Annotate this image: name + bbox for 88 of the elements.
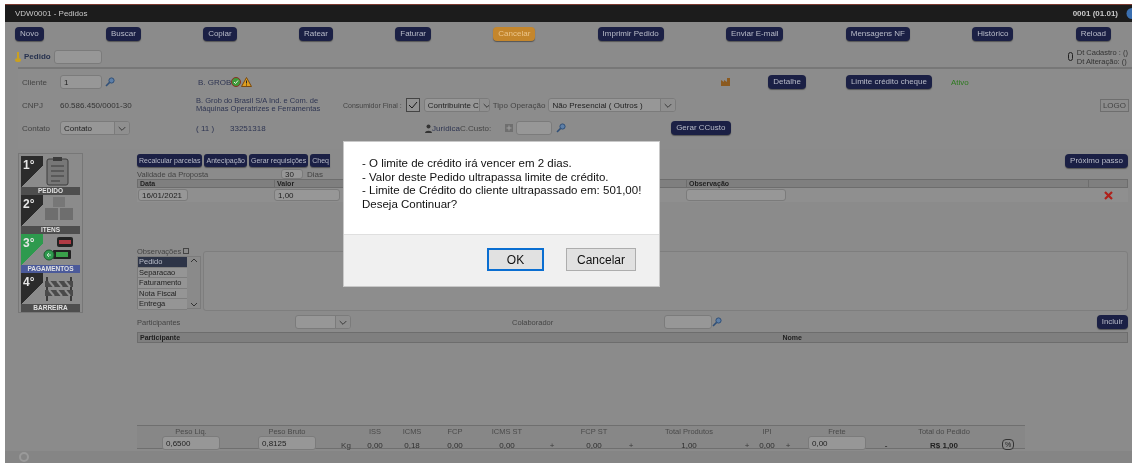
cancel-button[interactable]: Cancelar (566, 248, 636, 271)
toolbar-button[interactable]: Enviar E-mail (725, 27, 784, 41)
phone-area: ( 11 ) (196, 123, 230, 133)
toolbar-button[interactable]: Ratear (298, 27, 333, 41)
ok-button[interactable]: OK (487, 248, 544, 271)
toolbar-button[interactable]: Mensagens NF (845, 27, 910, 41)
phone-number: 33251318 (230, 123, 267, 133)
caret-icon (478, 99, 489, 111)
delete-icon[interactable] (1103, 190, 1113, 200)
total-value: 0,00 (367, 441, 383, 450)
total-input[interactable]: 0,00 (808, 436, 866, 450)
taxpayer-select[interactable]: Contribuinte C (423, 98, 490, 112)
amount-input[interactable]: 1,00 (274, 189, 340, 201)
scroll-up-icon[interactable] (189, 257, 198, 263)
pin-icon (15, 51, 21, 62)
field-label: Pedido (24, 52, 51, 61)
total-value: 0,00 (586, 441, 602, 450)
logo-field: LOGO (1099, 98, 1129, 112)
include-button[interactable]: Incluir (1096, 315, 1128, 329)
toolbar-button[interactable]: Copiar (203, 27, 237, 41)
total-value: 1,00 (681, 441, 697, 450)
participant-select[interactable] (295, 315, 351, 329)
help-icon[interactable] (1126, 8, 1132, 19)
toolbar-button[interactable]: Imprimir Pedido (597, 27, 664, 41)
client-input[interactable]: 1 (60, 75, 102, 89)
step-number[interactable]: 1° (21, 156, 43, 187)
step-number[interactable]: 4° (21, 273, 43, 304)
field-label: Contato (22, 123, 52, 133)
toolbar-button[interactable]: Novo (15, 27, 44, 41)
caret-icon (660, 99, 676, 111)
toolbar-button[interactable]: Histórico (972, 27, 1014, 41)
operator-sign: + (628, 441, 634, 450)
total-value: 0,00 (499, 441, 515, 450)
dialog-message: Deseja Continuar? (362, 197, 459, 211)
cnpj-value: 60.586.450/0001-30 (60, 100, 133, 110)
version-label: 0001 (01.01) (1072, 9, 1118, 18)
credit-limit-button[interactable]: Limite crédito cheque (845, 75, 932, 89)
toolbar-button[interactable]: Buscar (105, 27, 141, 41)
detail-button[interactable]: Detalhe (768, 75, 806, 89)
operator-sign: + (549, 441, 555, 450)
checkmark-icon (407, 101, 418, 109)
person-icon (425, 123, 432, 133)
order-total: R$ 1,00 (930, 441, 958, 450)
total-value: 0,00 (447, 441, 463, 450)
plus-icon[interactable] (505, 124, 514, 132)
next-step-button[interactable]: Próximo passo (1065, 153, 1128, 168)
order-input[interactable] (53, 49, 102, 64)
contact-select[interactable]: Contato (60, 121, 130, 135)
step-number[interactable]: 2° (21, 195, 43, 226)
scroll-down-icon[interactable] (189, 302, 198, 308)
dialog-message: - O limite de crédito irá vencer em 2 dias. (362, 157, 573, 171)
boxes-icon (43, 195, 75, 223)
field-label: Tipo Operação (492, 100, 546, 110)
expand-icon[interactable] (183, 248, 190, 254)
unit-label: Kg (341, 441, 351, 450)
operation-select[interactable]: Não Presencial ( Outros ) (548, 98, 677, 112)
note-input[interactable] (686, 189, 786, 201)
unit-label: Dias (307, 169, 323, 179)
field-label: Cliente (22, 77, 48, 87)
operator-sign: + (785, 441, 791, 450)
operator-sign: + (744, 441, 750, 450)
caret-icon (335, 316, 350, 328)
operator-sign: - (884, 441, 888, 450)
client-short-name: B. GROB (198, 77, 232, 87)
toolbar-button[interactable]: Faturar (395, 27, 432, 41)
toolbar-button[interactable]: Reload (1075, 27, 1111, 41)
search-icon[interactable] (105, 77, 115, 87)
status-label: Ativo (950, 77, 969, 87)
total-value: 0,00 (759, 441, 775, 450)
paperclip-icon (1067, 52, 1073, 61)
search-icon[interactable] (556, 123, 567, 133)
warning-icon (241, 77, 253, 87)
window-title: VDW0001 - Pedidos (15, 9, 88, 18)
date-input[interactable]: 16/01/2021 (138, 189, 188, 201)
total-input[interactable]: 0,8125 (258, 436, 316, 450)
cost-center-input[interactable] (516, 121, 553, 135)
field-label: CNPJ (22, 100, 44, 110)
total-value: 0,18 (404, 441, 420, 450)
consumer-checkbox[interactable] (405, 98, 420, 112)
cost-center-button[interactable]: Gerar CCusto (671, 121, 731, 135)
caret-icon (114, 122, 129, 134)
ok-icon (231, 77, 242, 87)
total-input[interactable]: 0,6500 (162, 436, 220, 450)
person-type: Jurídica (432, 123, 460, 133)
search-icon[interactable] (712, 317, 722, 327)
field-label: C.Custo: (460, 123, 492, 133)
collaborator-input[interactable] (664, 315, 712, 329)
factory-icon (721, 78, 731, 86)
